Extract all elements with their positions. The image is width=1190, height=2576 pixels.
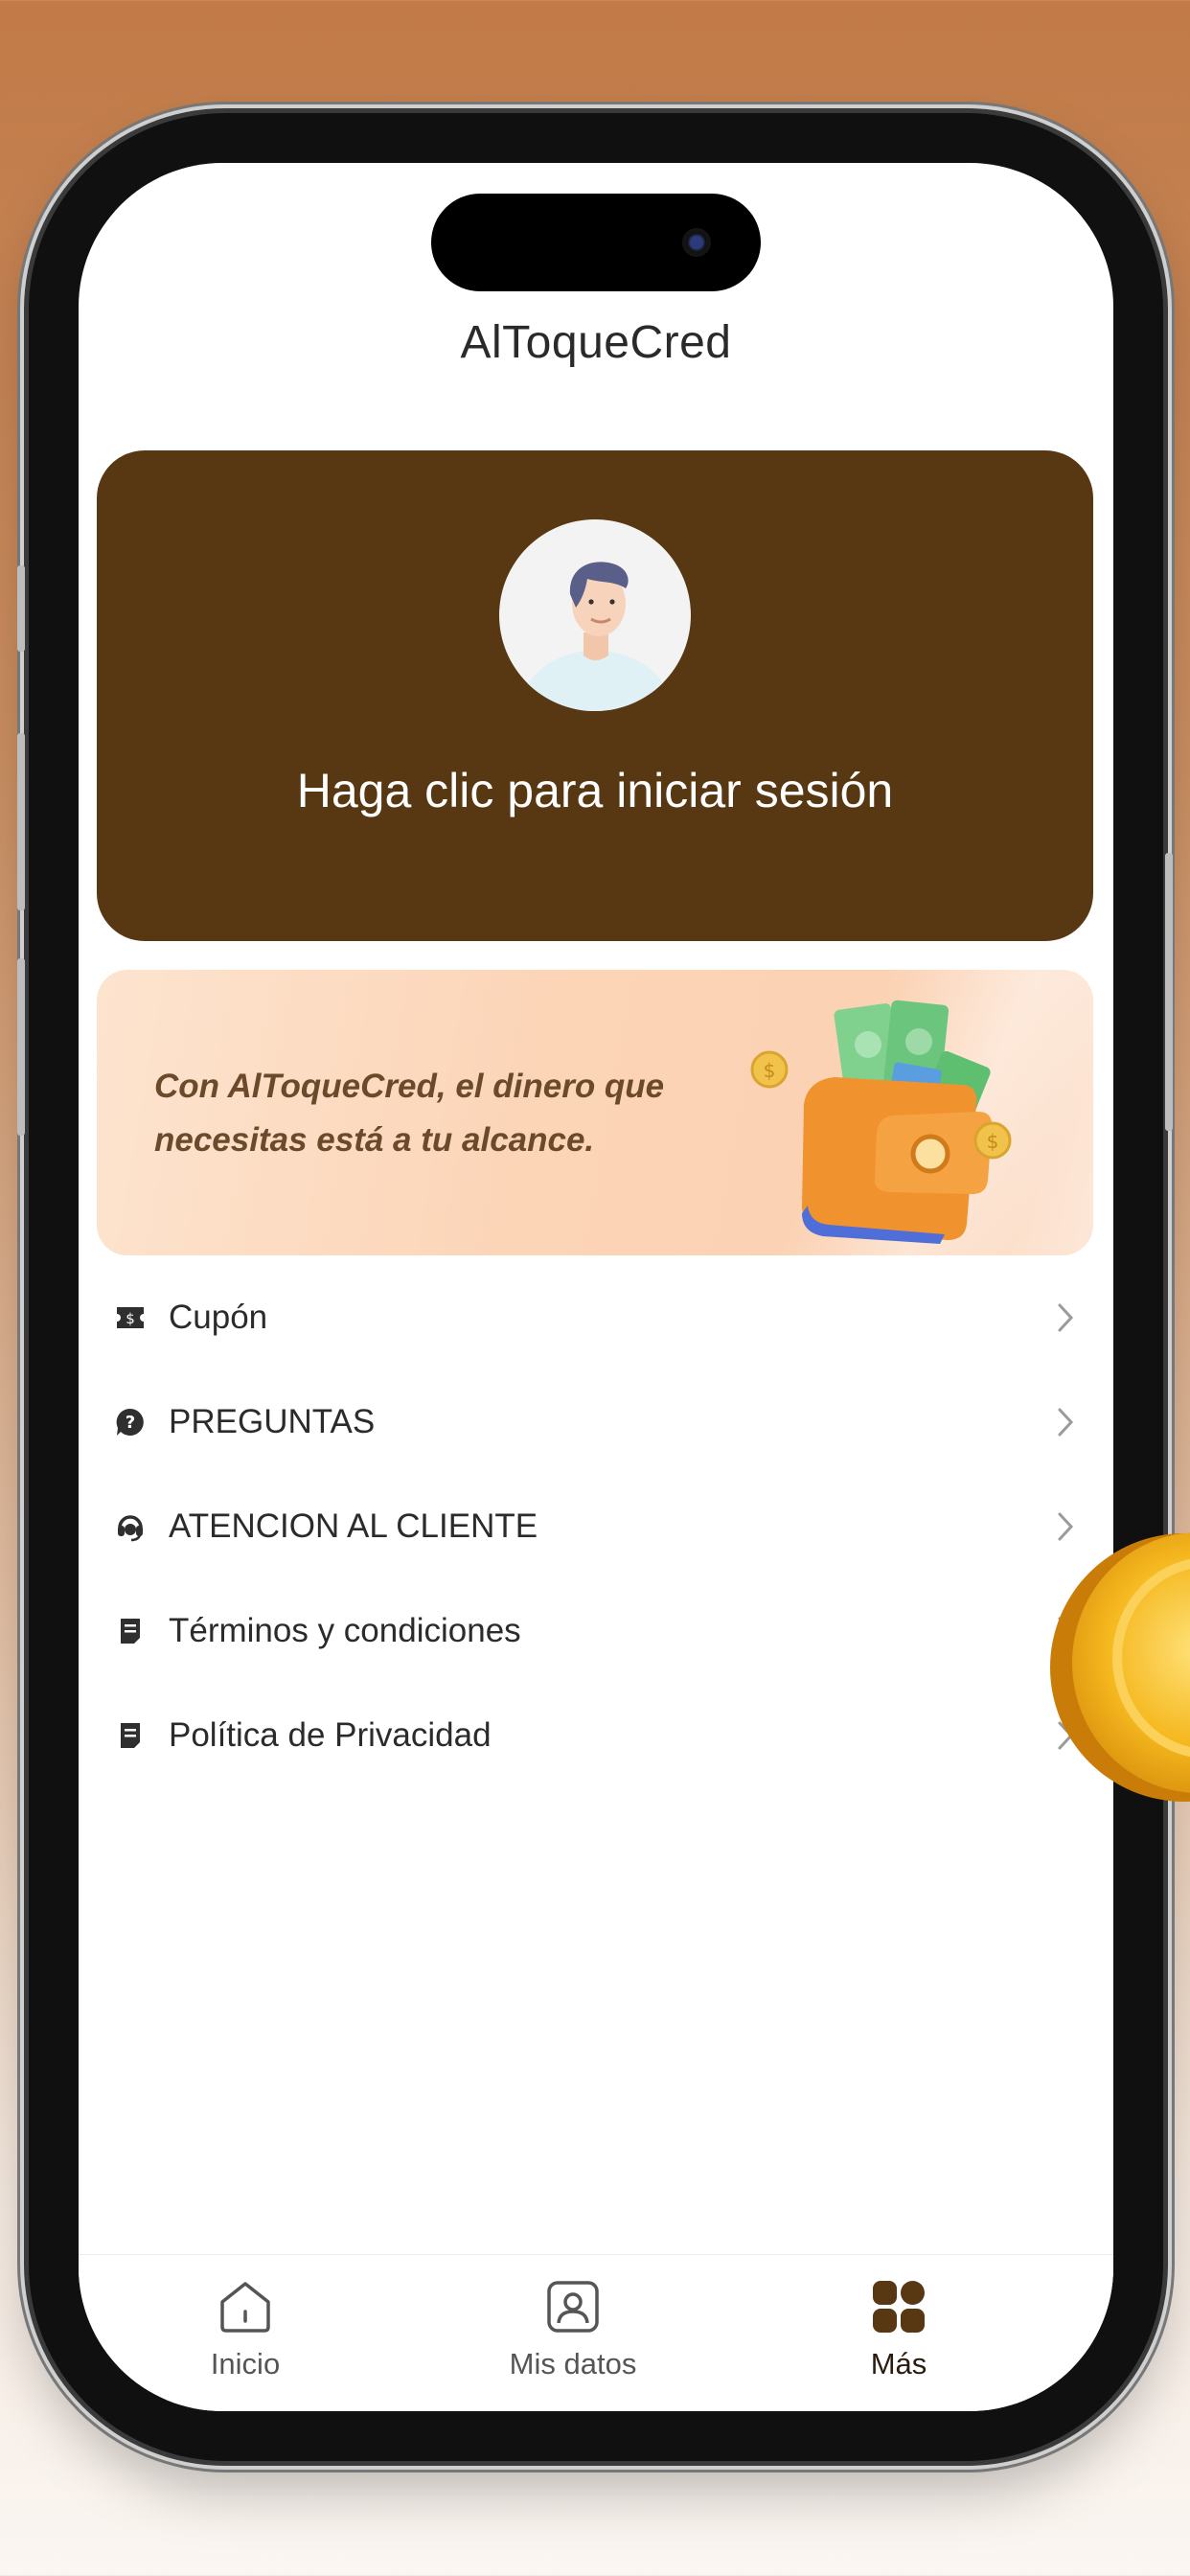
page-title: AlToqueCred — [460, 317, 732, 368]
coupon-icon: $ — [115, 1302, 146, 1333]
banner-line-2: necesitas está a tu alcance. — [154, 1121, 595, 1159]
mute-switch — [17, 565, 25, 652]
power-button — [1165, 853, 1173, 1131]
tab-label: Más — [870, 2347, 927, 2380]
banner-line-1: Con AlToqueCred, el dinero que — [154, 1068, 665, 1105]
chevron-right-icon — [1058, 1303, 1074, 1332]
dynamic-island — [431, 194, 761, 291]
menu-item-privacy[interactable]: Política de Privacidad — [79, 1683, 1113, 1787]
chevron-right-icon — [1058, 1408, 1074, 1437]
avatar[interactable] — [499, 519, 691, 711]
menu-item-label: PREGUNTAS — [169, 1402, 376, 1440]
grid-icon — [873, 2281, 925, 2333]
question-icon: ? — [115, 1407, 146, 1438]
tab-label: Mis datos — [509, 2347, 637, 2380]
headset-icon — [115, 1511, 146, 1542]
promo-banner[interactable]: Con AlToqueCred, el dinero que necesitas… — [97, 970, 1093, 1255]
home-icon — [220, 2282, 270, 2333]
tab-mas[interactable]: Más — [793, 2278, 1004, 2381]
login-card[interactable]: Haga clic para iniciar sesión — [97, 450, 1093, 941]
tab-inicio[interactable]: Inicio — [140, 2278, 351, 2381]
svg-text:$: $ — [987, 1130, 999, 1153]
phone-screen: AlToqueCred Haga clic para iniciar sesió… — [79, 163, 1113, 2411]
gold-coin-icon — [1050, 1532, 1190, 1802]
camera-icon — [682, 228, 711, 257]
tab-mis-datos[interactable]: Mis datos — [468, 2278, 678, 2381]
menu-item-coupon[interactable]: $ Cupón — [79, 1265, 1113, 1369]
wallet-icon: $ $ — [750, 1000, 1012, 1244]
svg-text:?: ? — [126, 1413, 135, 1433]
menu-item-label: Cupón — [169, 1298, 268, 1336]
document-icon — [115, 1616, 146, 1646]
tab-label: Inicio — [210, 2347, 281, 2380]
menu-item-customer-service[interactable]: ATENCION AL CLIENTE — [79, 1474, 1113, 1578]
volume-up-button — [17, 733, 25, 910]
menu-item-label: ATENCION AL CLIENTE — [169, 1506, 538, 1545]
document-icon — [115, 1720, 146, 1751]
volume-down-button — [17, 958, 25, 1136]
banner-text: Con AlToqueCred, el dinero que necesitas… — [154, 1060, 748, 1167]
menu-list: $ Cupón ? PREGUNTAS ATENCION AL CLIENTE … — [79, 1265, 1113, 1787]
menu-item-label: Términos y condiciones — [169, 1611, 521, 1649]
profile-icon — [547, 2281, 599, 2333]
svg-text:$: $ — [764, 1059, 776, 1082]
menu-item-faq[interactable]: ? PREGUNTAS — [79, 1369, 1113, 1474]
menu-item-terms[interactable]: Términos y condiciones — [79, 1578, 1113, 1683]
svg-text:$: $ — [126, 1310, 135, 1327]
bottom-tab-bar: Inicio Mis datos Más — [79, 2254, 1113, 2411]
login-prompt: Haga clic para iniciar sesión — [296, 764, 894, 817]
menu-item-label: Política de Privacidad — [169, 1715, 492, 1754]
